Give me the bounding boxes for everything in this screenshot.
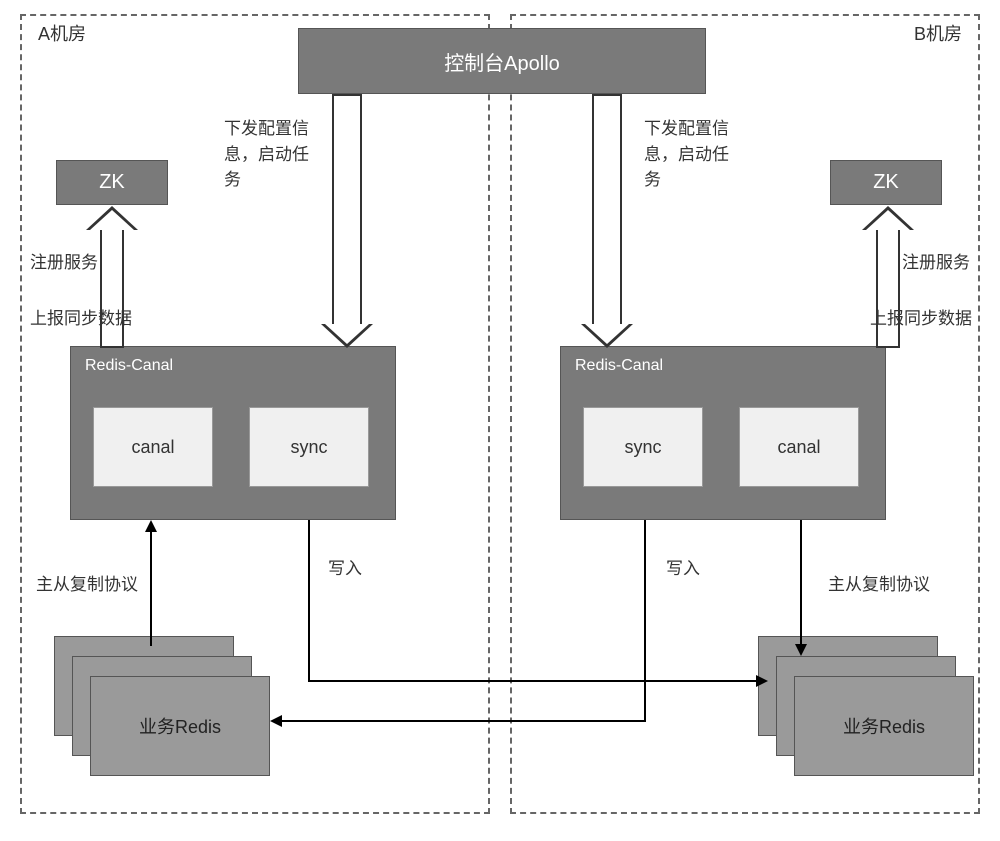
sync-b-label: sync [624,437,661,458]
arrow-apollo-to-rc-a [332,94,362,324]
zk-a: ZK [56,160,168,205]
canal-a: canal [93,407,213,487]
apollo-title: 控制台Apollo [444,47,560,76]
sync-a-label: sync [290,437,327,458]
biz-redis-b-label: 业务Redis [843,713,925,739]
canal-a-label: canal [131,437,174,458]
label-report-a: 上报同步数据 [30,306,132,332]
zk-a-label: ZK [99,171,125,194]
label-master-slave-b: 主从复制协议 [828,572,930,598]
redis-canal-a: Redis-Canal canal sync [70,346,396,520]
biz-redis-a-label: 业务Redis [139,713,221,739]
canal-b: canal [739,407,859,487]
room-b-label: B机房 [914,20,962,46]
redis-canal-b-title: Redis-Canal [561,357,885,375]
label-report-b: 上报同步数据 [870,306,972,332]
arrow-apollo-to-rc-b [592,94,622,324]
canal-b-label: canal [777,437,820,458]
apollo-console: 控制台Apollo [298,28,706,94]
room-a-label: A机房 [38,20,86,46]
redis-canal-b: Redis-Canal sync canal [560,346,886,520]
redis-canal-a-title: Redis-Canal [71,357,395,375]
label-write-b: 写入 [666,556,700,582]
sync-a: sync [249,407,369,487]
zk-b-label: ZK [873,171,899,194]
label-dispatch-b: 下发配置信息，启动任务 [644,116,734,193]
label-dispatch-a: 下发配置信息，启动任务 [224,116,314,193]
label-register-b: 注册服务 [902,250,970,276]
label-master-slave-a: 主从复制协议 [36,572,138,598]
zk-b: ZK [830,160,942,205]
label-register-a: 注册服务 [30,250,98,276]
label-write-a: 写入 [328,556,362,582]
sync-b: sync [583,407,703,487]
